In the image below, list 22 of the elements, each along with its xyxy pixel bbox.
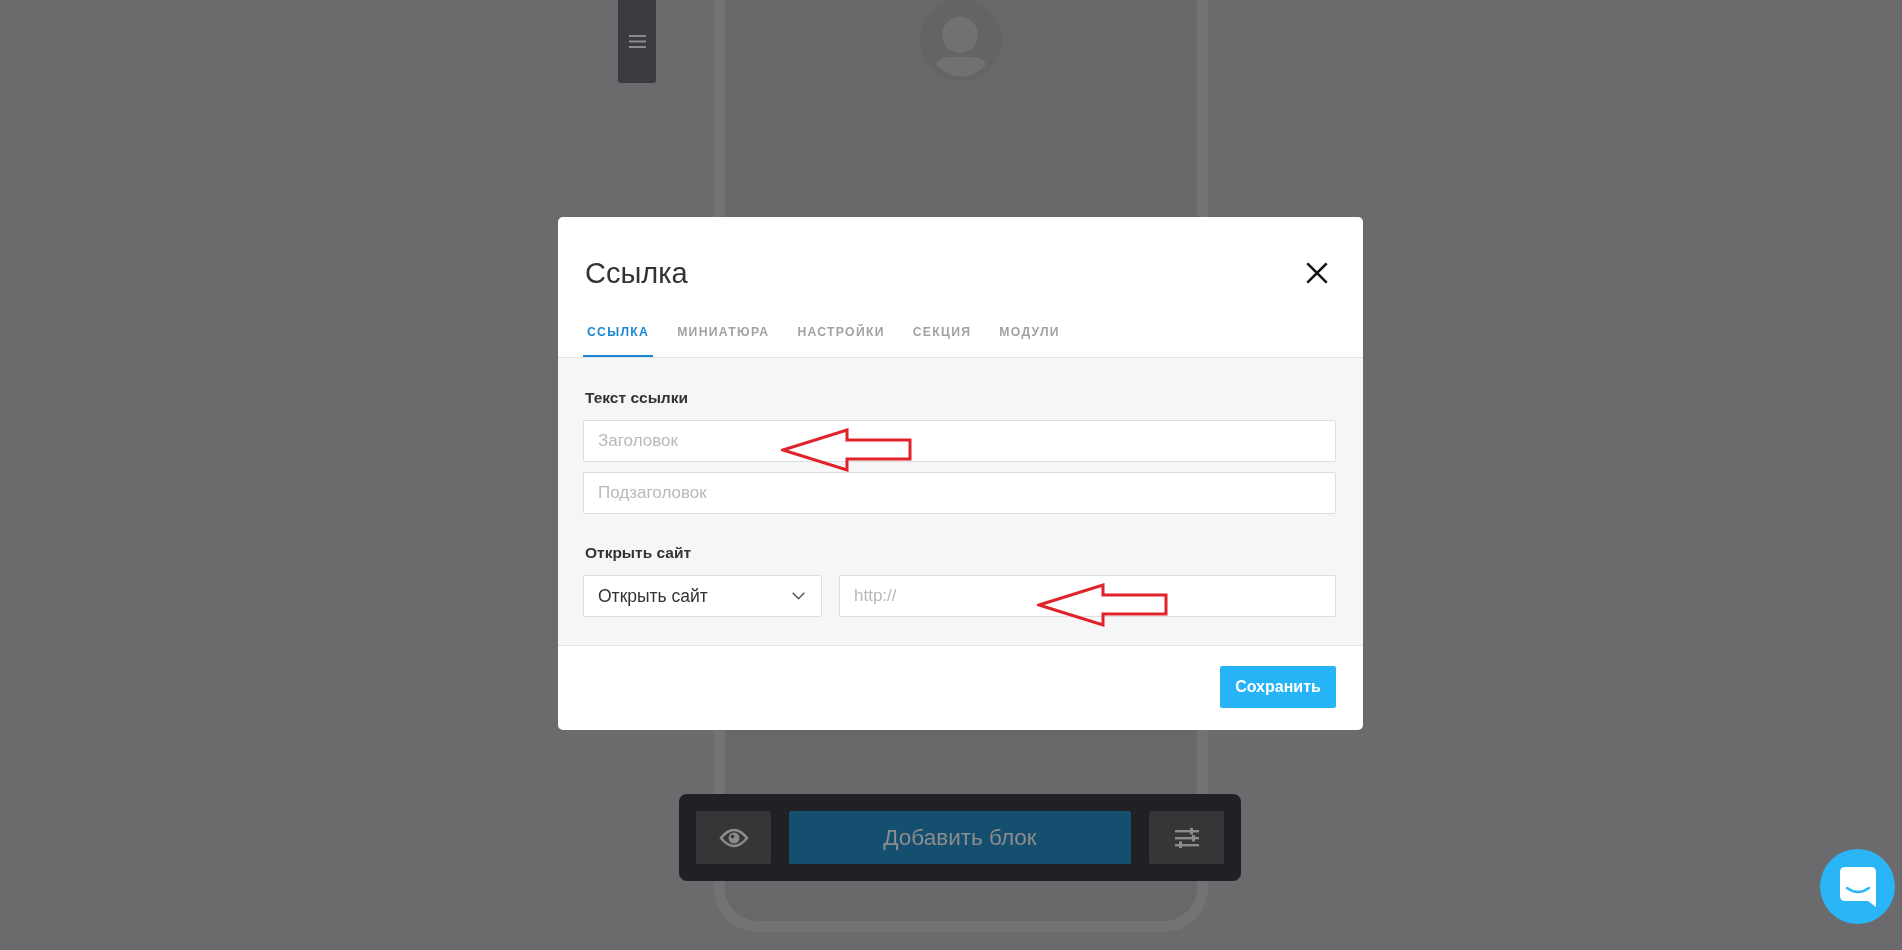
- tab[interactable]: НАСТРОЙКИ: [793, 314, 889, 357]
- save-button[interactable]: Сохранить: [1220, 666, 1336, 708]
- sliders-icon: [1174, 827, 1199, 848]
- select-dropdown[interactable]: Открыть сайт: [583, 575, 822, 617]
- add-block-button[interactable]: Добавить блок: [789, 811, 1131, 864]
- text-input[interactable]: Подзаголовок: [583, 472, 1336, 514]
- text-input[interactable]: http://: [839, 575, 1336, 617]
- eye-icon: [718, 827, 749, 848]
- dialog-title: Ссылка: [584, 256, 688, 291]
- close-icon: [1306, 262, 1328, 284]
- text-input[interactable]: Заголовок: [583, 420, 1336, 462]
- menu-button[interactable]: [618, 0, 656, 83]
- chevron-down-icon: [792, 592, 805, 600]
- tab[interactable]: МОДУЛИ: [995, 314, 1064, 357]
- menu-icon: [628, 35, 646, 48]
- tab[interactable]: СЕКЦИЯ: [908, 314, 976, 357]
- chat-icon: [1839, 866, 1876, 907]
- field-label: Открыть сайт: [584, 544, 693, 562]
- field-label: Текст ссылки: [584, 389, 689, 407]
- settings-button[interactable]: [1149, 811, 1224, 864]
- tab[interactable]: МИНИАТЮРА: [673, 314, 774, 357]
- preview-button[interactable]: [696, 811, 771, 864]
